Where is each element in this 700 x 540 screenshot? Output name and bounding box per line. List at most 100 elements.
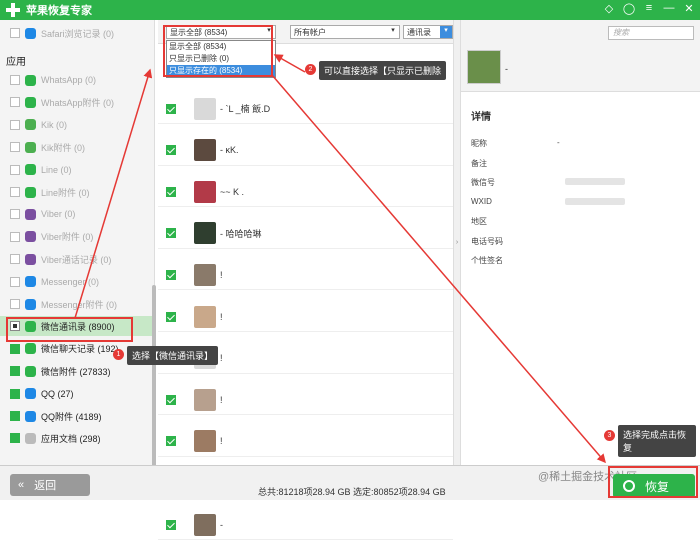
checkbox[interactable]: [10, 119, 20, 130]
avatar: [194, 388, 216, 411]
table-row[interactable]: ~~ K .: [158, 177, 453, 208]
sidebar-item[interactable]: WhatsApp (0): [0, 70, 155, 90]
table-row[interactable]: -: [158, 510, 453, 540]
checkbox[interactable]: [10, 164, 20, 175]
table-row[interactable]: - `L _楠 飯.D: [158, 94, 453, 124]
checkbox[interactable]: [10, 366, 20, 377]
callout-step-2: 可以直接选择【只显示已删除: [319, 61, 447, 80]
account-select[interactable]: 所有帐户 ▾: [290, 25, 400, 39]
sidebar-item-label: 应用文档 (298): [41, 433, 101, 444]
checkbox[interactable]: [10, 97, 20, 108]
avatar: [194, 513, 216, 536]
app-icon: [25, 164, 36, 176]
detail-heading: 详情: [471, 112, 491, 123]
bottom-bar: « 返回 总共:81218项28.94 GB 选定:80852项28.94 GB…: [0, 465, 700, 500]
checkbox[interactable]: [10, 254, 20, 265]
type-select[interactable]: 通讯录 ▾: [403, 25, 453, 39]
app-icon: [25, 119, 36, 131]
chevron-down-icon: ▾: [440, 26, 452, 38]
row-checkbox[interactable]: [166, 519, 176, 530]
sidebar-item-label: WhatsApp (0): [41, 75, 97, 85]
sidebar-item[interactable]: 应用文档 (298): [0, 428, 155, 448]
sidebar-item[interactable]: WhatsApp附件 (0): [0, 92, 155, 112]
avatar: [194, 263, 216, 286]
close-icon[interactable]: ✕: [682, 2, 696, 15]
app-icon: [25, 253, 36, 265]
sidebar-item[interactable]: Viber (0): [0, 204, 155, 224]
avatar: [194, 97, 216, 120]
chat-icon[interactable]: ◯: [622, 2, 636, 15]
sidebar-item-safari-history[interactable]: Safari浏览记录 (0): [0, 23, 155, 43]
menu-icon[interactable]: ≡: [642, 2, 656, 15]
row-checkbox[interactable]: [166, 145, 176, 156]
row-checkbox[interactable]: [166, 228, 176, 239]
checkbox[interactable]: [10, 209, 20, 220]
checkbox[interactable]: [10, 187, 20, 197]
app-icon: [25, 388, 36, 400]
section-title-apps: 应用: [6, 57, 26, 68]
avatar: [194, 430, 216, 453]
field-label: 个性签名: [471, 256, 503, 265]
checkbox[interactable]: [10, 28, 20, 38]
table-row[interactable]: !: [158, 260, 453, 291]
app-icon: [25, 365, 36, 377]
sidebar-item[interactable]: QQ附件 (4189): [0, 406, 155, 426]
checkbox[interactable]: [10, 142, 20, 153]
checkbox[interactable]: [10, 433, 20, 444]
minimize-icon[interactable]: —: [662, 2, 676, 15]
checkbox[interactable]: [10, 276, 20, 287]
contact-name: !: [220, 269, 223, 280]
detail-field: 备注: [471, 158, 691, 169]
diamond-icon[interactable]: ◇: [602, 2, 616, 15]
pane-splitter[interactable]: ›: [453, 20, 461, 465]
sidebar-item[interactable]: Line (0): [0, 160, 155, 180]
sidebar-item[interactable]: Messenger (0): [0, 272, 155, 292]
sidebar-item-label: Messenger附件 (0): [41, 299, 118, 310]
table-row[interactable]: !: [158, 302, 453, 332]
field-label: 地区: [471, 217, 487, 226]
row-checkbox[interactable]: [166, 186, 176, 197]
sidebar-item-label: Messenger (0): [41, 276, 100, 287]
sidebar-item[interactable]: Kik (0): [0, 115, 155, 135]
contact-list-pane: 显示全部 (8534) ▾ 所有帐户 ▾ 通讯录 ▾ 显示全部 (8534) 只…: [158, 20, 453, 540]
row-checkbox[interactable]: [166, 311, 176, 322]
sidebar-item[interactable]: Line附件 (0): [0, 182, 155, 202]
row-checkbox[interactable]: [166, 394, 176, 405]
sidebar-item[interactable]: Kik附件 (0): [0, 137, 155, 157]
table-row[interactable]: - κK.: [158, 136, 453, 166]
sidebar-item[interactable]: Viber附件 (0): [0, 227, 155, 247]
sidebar-scrollbar[interactable]: [152, 285, 156, 480]
detail-field: 个性签名: [471, 255, 691, 266]
checkbox[interactable]: [10, 343, 20, 354]
field-label: 微信号: [471, 178, 495, 187]
sidebar-item-label: WhatsApp附件 (0): [41, 97, 115, 108]
row-checkbox[interactable]: [166, 103, 176, 114]
back-button[interactable]: « 返回: [10, 474, 90, 496]
selection-stats: 总共:81218项28.94 GB 选定:80852项28.94 GB: [258, 487, 446, 497]
checkbox[interactable]: [10, 388, 20, 399]
search-input[interactable]: 搜索: [608, 26, 694, 40]
sidebar-item-label: Viber附件 (0): [41, 232, 94, 243]
sidebar-item-label: Line (0): [41, 164, 72, 175]
row-checkbox[interactable]: [166, 436, 176, 447]
row-checkbox[interactable]: [166, 269, 176, 280]
blurred-value: [565, 178, 625, 185]
checkbox[interactable]: [10, 299, 20, 309]
table-row[interactable]: !: [158, 385, 453, 416]
step-badge-2: 2: [305, 64, 316, 75]
sidebar-item-label: Kik (0): [41, 119, 68, 130]
checkbox[interactable]: [10, 231, 20, 242]
sidebar-item[interactable]: Messenger附件 (0): [0, 294, 155, 314]
sidebar-item[interactable]: Viber通话记录 (0): [0, 249, 155, 269]
step-badge-3: 3: [604, 430, 615, 441]
checkbox[interactable]: [10, 75, 20, 85]
callout-step-3: 选择完成点击恢复: [618, 425, 696, 457]
contact-avatar: [467, 50, 501, 84]
table-row[interactable]: !: [158, 427, 453, 457]
table-row[interactable]: - 哈哈哈琳: [158, 219, 453, 249]
callout-step-1: 选择【微信通讯录】: [127, 346, 219, 365]
type-select-value: 通讯录: [407, 27, 431, 37]
sidebar-item[interactable]: QQ (27): [0, 384, 155, 404]
checkbox[interactable]: [10, 411, 20, 421]
chevron-down-icon: ▾: [391, 27, 395, 34]
